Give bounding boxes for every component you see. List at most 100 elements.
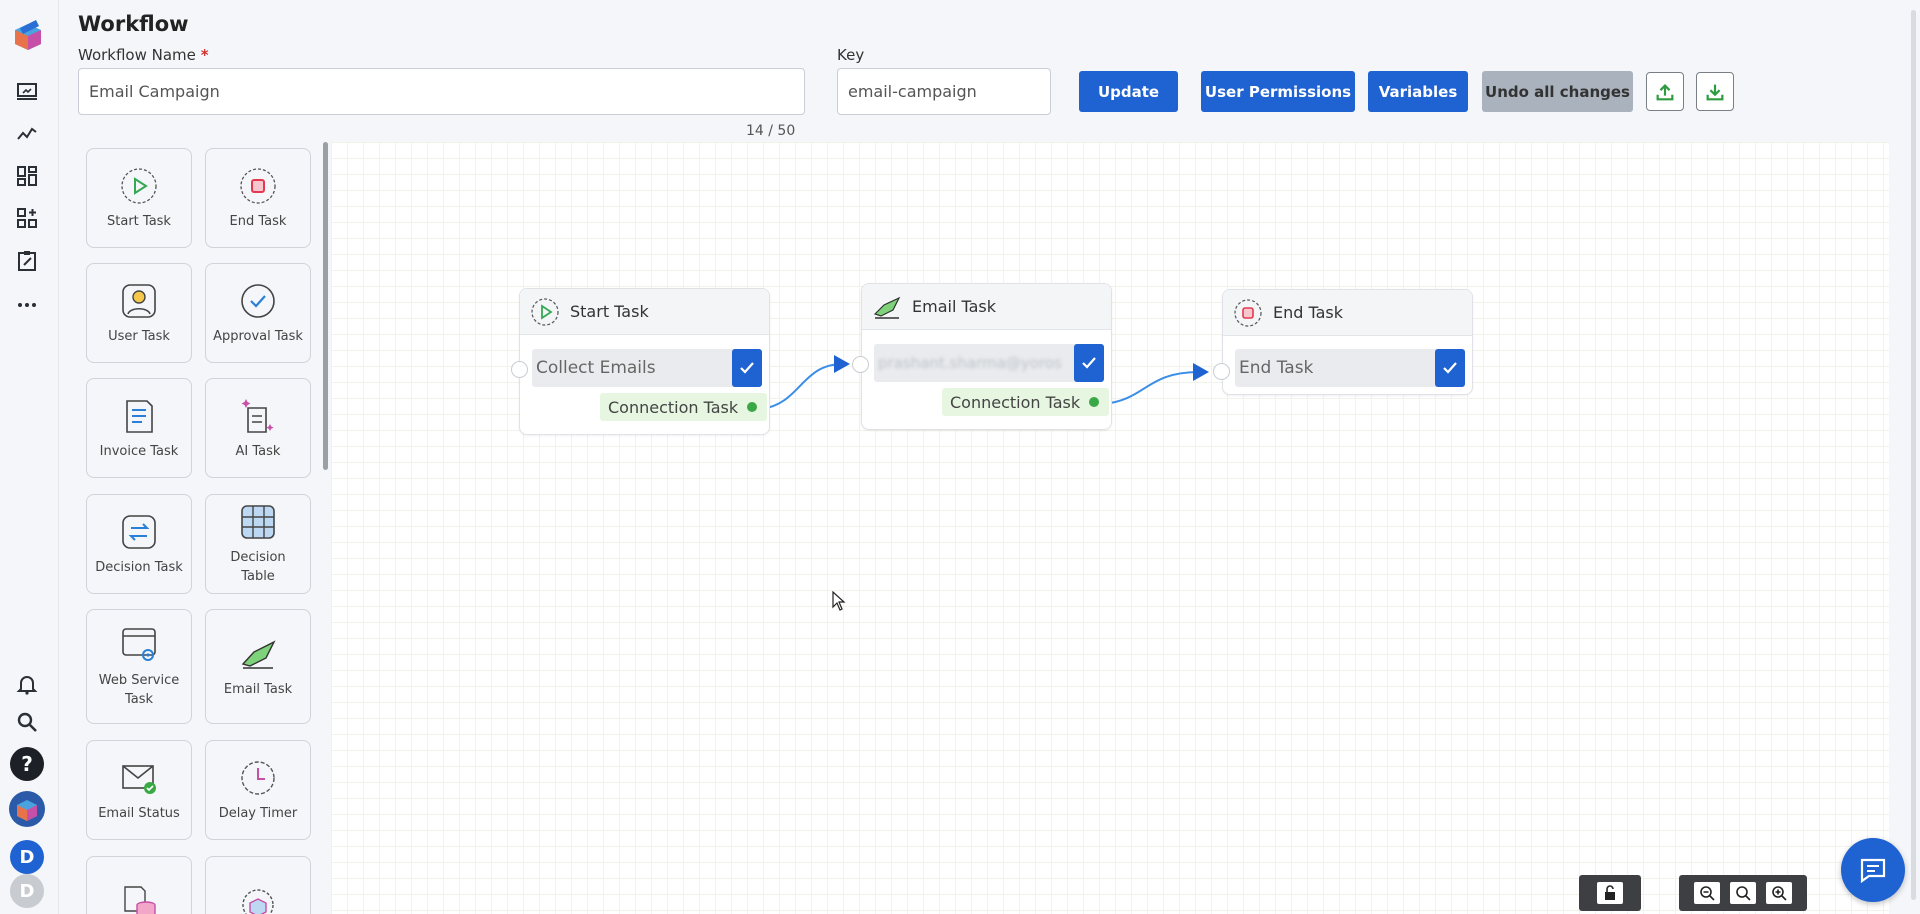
start-task-icon [121, 167, 157, 204]
palette-tile-email-status[interactable]: Email Status [86, 740, 192, 840]
end-task-icon [1234, 298, 1262, 327]
connector-email-to-end [1102, 371, 1200, 405]
connection-handle[interactable] [745, 400, 760, 414]
workflow-name-label-text: Workflow Name [78, 46, 196, 64]
apps-add-icon[interactable] [12, 203, 42, 233]
workspace-logo-icon[interactable] [8, 790, 46, 828]
node-name-field[interactable]: End Task [1235, 349, 1465, 387]
user-avatar[interactable]: D [10, 840, 44, 874]
lock-control[interactable] [1579, 875, 1641, 911]
end-task-icon [240, 167, 276, 204]
mouse-cursor-icon [832, 591, 846, 611]
node-header[interactable]: Email Task [862, 284, 1111, 330]
workflow-name-value: Email Campaign [89, 82, 220, 101]
delay-timer-icon [241, 760, 275, 795]
tile-label: AI Task [235, 443, 281, 459]
undo-all-changes-button[interactable]: Undo all changes [1482, 71, 1633, 112]
palette-tile-decision-task[interactable]: Decision Task [86, 494, 192, 594]
zoom-controls [1679, 875, 1807, 911]
decision-task-icon [122, 514, 156, 549]
connection-pill[interactable]: Connection Task [942, 388, 1110, 416]
node-recipient-field[interactable]: prashant.sharma@yoros [874, 344, 1104, 382]
app-rail: ? D D [0, 0, 59, 914]
task-palette: Start Task End Task User Task Approval T… [84, 145, 329, 914]
node-header[interactable]: Start Task [520, 289, 769, 335]
email-status-icon [122, 764, 156, 794]
more-icon[interactable] [12, 290, 42, 320]
node-header[interactable]: End Task [1223, 290, 1472, 336]
node-title: Start Task [570, 302, 649, 321]
connection-label: Connection Task [608, 397, 739, 417]
user-avatar-secondary[interactable]: D [10, 874, 44, 908]
update-button[interactable]: Update [1079, 71, 1178, 112]
tile-label: Email Status [98, 805, 180, 821]
page-title: Workflow [78, 12, 189, 36]
palette-tile-end-task[interactable]: End Task [205, 148, 311, 248]
page-scrollbar[interactable] [1911, 10, 1916, 900]
key-input[interactable]: email-campaign [837, 68, 1051, 115]
monitor-icon[interactable] [12, 76, 42, 106]
palette-tile-user-task[interactable]: User Task [86, 263, 192, 363]
workflow-name-input[interactable]: Email Campaign [78, 68, 805, 115]
palette-tile-database-task[interactable] [86, 856, 192, 914]
node-start-task[interactable]: Start Task Collect Emails Connection Tas… [519, 288, 770, 435]
workflow-name-label: Workflow Name * [78, 46, 209, 64]
clipboard-edit-icon[interactable] [12, 246, 42, 276]
dashboard-grid-icon[interactable] [12, 161, 42, 191]
palette-tile-package-task[interactable] [205, 856, 311, 914]
confirm-button[interactable] [732, 349, 762, 387]
node-name-field[interactable]: Collect Emails [532, 349, 762, 387]
node-title: Email Task [912, 297, 997, 316]
check-icon [1443, 362, 1457, 374]
web-service-task-icon [122, 627, 156, 661]
search-icon[interactable] [12, 707, 42, 737]
node-input-port[interactable] [852, 356, 869, 373]
node-email-task[interactable]: Email Task prashant.sharma@yoros Connect… [861, 283, 1112, 430]
node-input-port[interactable] [1213, 363, 1230, 380]
database-task-icon [124, 886, 156, 914]
check-icon [1082, 357, 1096, 369]
connector-layer [760, 355, 1209, 410]
tile-label: Start Task [107, 213, 171, 229]
palette-tile-email-task[interactable]: Email Task [205, 609, 311, 724]
zoom-reset-button[interactable] [1730, 882, 1756, 904]
lock-button[interactable] [1597, 882, 1623, 904]
approval-task-icon [241, 283, 275, 318]
confirm-button[interactable] [1074, 344, 1104, 382]
download-button[interactable] [1696, 72, 1734, 111]
variables-button[interactable]: Variables [1368, 71, 1468, 112]
analytics-icon[interactable] [12, 118, 42, 148]
help-icon[interactable]: ? [9, 746, 45, 782]
palette-tile-web-service-task[interactable]: Web Service Task [86, 609, 192, 724]
palette-scrollbar[interactable] [323, 142, 328, 470]
email-task-icon [873, 296, 901, 319]
start-task-icon [531, 297, 559, 326]
connection-pill[interactable]: Connection Task [600, 393, 768, 421]
node-title: End Task [1273, 303, 1344, 322]
workflow-canvas[interactable]: Start Task Collect Emails Connection Tas… [331, 142, 1889, 914]
palette-tile-start-task[interactable]: Start Task [86, 148, 192, 248]
download-icon [1706, 84, 1724, 100]
tile-label: Web Service Task [98, 672, 180, 707]
app-logo-icon[interactable] [10, 18, 46, 54]
invoice-task-icon [126, 399, 153, 433]
zoom-reset-icon [1736, 886, 1751, 901]
zoom-in-button[interactable] [1766, 882, 1792, 904]
tile-label: User Task [108, 328, 170, 344]
zoom-out-button[interactable] [1694, 882, 1720, 904]
user-permissions-button[interactable]: User Permissions [1201, 71, 1355, 112]
palette-tile-decision-table[interactable]: Decision Table [205, 494, 311, 594]
connection-handle[interactable] [1087, 395, 1102, 409]
palette-tile-ai-task[interactable]: AI Task [205, 378, 311, 478]
palette-tile-delay-timer[interactable]: Delay Timer [205, 740, 311, 840]
chat-button[interactable] [1841, 838, 1905, 902]
palette-tile-approval-task[interactable]: Approval Task [205, 263, 311, 363]
confirm-button[interactable] [1435, 349, 1465, 387]
required-mark: * [200, 46, 209, 64]
upload-button[interactable] [1646, 72, 1684, 111]
node-end-task[interactable]: End Task End Task [1222, 289, 1473, 395]
bell-icon[interactable] [12, 669, 42, 699]
ai-task-icon [241, 398, 274, 433]
palette-tile-invoice-task[interactable]: Invoice Task [86, 378, 192, 478]
node-input-port[interactable] [511, 361, 528, 378]
